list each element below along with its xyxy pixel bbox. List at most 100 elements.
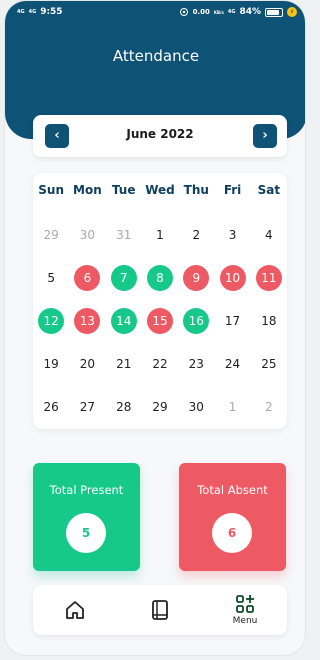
calendar-day[interactable]: 30 [178, 385, 214, 428]
day-number: 28 [116, 399, 132, 414]
day-number: 24 [224, 356, 241, 371]
calendar-day[interactable]: 2 [178, 213, 214, 256]
day-number: 30 [79, 227, 96, 242]
home-icon [66, 601, 84, 619]
day-number: 4 [265, 227, 273, 242]
day-present[interactable]: 14 [106, 299, 142, 342]
weekday-label: Sat [257, 183, 281, 197]
day-number: 15 [146, 307, 173, 334]
calendar-day[interactable]: 22 [142, 342, 178, 385]
day-number: 22 [152, 356, 168, 371]
chevron-right-icon: › [262, 128, 268, 143]
status-right: 0.00 KB/s 4G 84% ⚡ [179, 7, 297, 17]
day-absent[interactable]: 11 [251, 256, 287, 299]
weekday-label: Wed [145, 183, 175, 197]
battery-percent: 84% [239, 7, 261, 17]
day-number: 21 [116, 356, 132, 371]
calendar-day[interactable]: 3 [214, 213, 250, 256]
calendar-day[interactable]: 28 [106, 385, 142, 428]
calendar-day[interactable]: 20 [69, 342, 105, 385]
day-present[interactable]: 16 [178, 299, 214, 342]
calendar-day[interactable]: 18 [251, 299, 287, 342]
day-number: 26 [43, 399, 59, 414]
day-number: 10 [219, 264, 246, 291]
calendar-day[interactable]: 1 [142, 213, 178, 256]
month-label: June 2022 [126, 127, 194, 141]
calendar-day[interactable]: 27 [69, 385, 105, 428]
weekday-label: Fri [223, 183, 242, 197]
total-present-card: Total Present 5 [33, 463, 140, 571]
hotspot-icon [179, 8, 188, 16]
total-absent-count: 6 [212, 513, 252, 553]
day-number: 31 [116, 227, 132, 242]
day-number: 20 [79, 356, 96, 371]
day-number: 27 [79, 399, 96, 414]
weekday-header: Sun Mon Tue Wed Thu Fri Sat [33, 183, 287, 197]
total-present-count: 5 [66, 513, 106, 553]
status-bar: 4G 4G 9:55 0.00 KB/s 4G 84% ⚡ [5, 1, 305, 23]
calendar-day[interactable]: 29 [33, 213, 69, 256]
calendar-grid: 29 30 31 1 2 3 4 5 6 7 8 9 10 11 12 13 14 15 16 17 18 19 20 21 2… [33, 213, 287, 428]
day-number: 19 [43, 356, 59, 371]
calendar-day[interactable]: 26 [33, 385, 69, 428]
day-number: 12 [38, 307, 65, 334]
speed-value: 0.00 [192, 7, 210, 16]
day-number: 30 [188, 399, 204, 414]
calendar-day[interactable]: 1 [214, 385, 250, 428]
day-number: 11 [255, 264, 282, 291]
calendar-day[interactable]: 25 [251, 342, 287, 385]
network-indicator-right: 4G [227, 8, 236, 15]
day-present[interactable]: 7 [106, 256, 142, 299]
day-absent[interactable]: 6 [69, 256, 105, 299]
weekday-label: Thu [183, 183, 209, 197]
total-absent-label: Total Absent [197, 483, 268, 497]
day-number: 2 [192, 227, 201, 242]
day-number: 6 [74, 264, 101, 291]
bottom-nav: Menu [33, 585, 287, 635]
next-month-button[interactable]: › [253, 124, 277, 148]
nav-home[interactable] [45, 585, 105, 635]
day-number: 2 [265, 399, 273, 414]
day-number: 1 [156, 227, 164, 242]
nav-menu[interactable]: Menu [215, 585, 275, 635]
total-present-label: Total Present [49, 483, 124, 497]
day-present[interactable]: 8 [142, 256, 178, 299]
calendar-day[interactable]: 30 [69, 213, 105, 256]
day-number: 1 [228, 399, 237, 414]
battery-icon [265, 7, 283, 17]
weekday-label: Tue [111, 183, 136, 197]
nav-menu-label: Menu [232, 616, 258, 626]
calendar-day[interactable]: 29 [142, 385, 178, 428]
calendar-day[interactable]: 2 [251, 385, 287, 428]
day-number: 25 [261, 356, 277, 371]
calendar-day[interactable]: 21 [106, 342, 142, 385]
day-number: 23 [188, 356, 204, 371]
book-icon [152, 600, 168, 620]
day-absent[interactable]: 13 [69, 299, 105, 342]
nav-records[interactable] [130, 585, 190, 635]
day-absent[interactable]: 15 [142, 299, 178, 342]
network-indicator-2: 4G [28, 8, 37, 15]
day-present[interactable]: 12 [33, 299, 69, 342]
calendar-day[interactable]: 5 [33, 256, 69, 299]
day-number: 16 [183, 307, 210, 334]
day-number: 8 [146, 264, 173, 291]
calendar-day[interactable]: 23 [178, 342, 214, 385]
day-number: 29 [152, 399, 168, 414]
day-absent[interactable]: 9 [178, 256, 214, 299]
weekday-label: Sun [38, 183, 64, 197]
day-absent[interactable]: 10 [214, 256, 250, 299]
status-left: 4G 4G 9:55 [17, 7, 63, 17]
calendar-day[interactable]: 19 [33, 342, 69, 385]
day-number: 7 [110, 264, 137, 291]
month-selector: ‹ June 2022 › [33, 115, 287, 157]
calendar-day[interactable]: 24 [214, 342, 250, 385]
phone-screen: 4G 4G 9:55 0.00 KB/s 4G 84% ⚡ Attendance… [4, 0, 306, 656]
calendar-day[interactable]: 17 [214, 299, 250, 342]
day-number: 9 [183, 264, 210, 291]
calendar: Sun Mon Tue Wed Thu Fri Sat 29 30 31 1 2 3 4 5 6 7 8 9 10 1… [33, 173, 287, 429]
calendar-day[interactable]: 31 [106, 213, 142, 256]
day-number: 29 [43, 227, 59, 242]
grid-plus-icon [236, 595, 254, 613]
calendar-day[interactable]: 4 [251, 213, 287, 256]
